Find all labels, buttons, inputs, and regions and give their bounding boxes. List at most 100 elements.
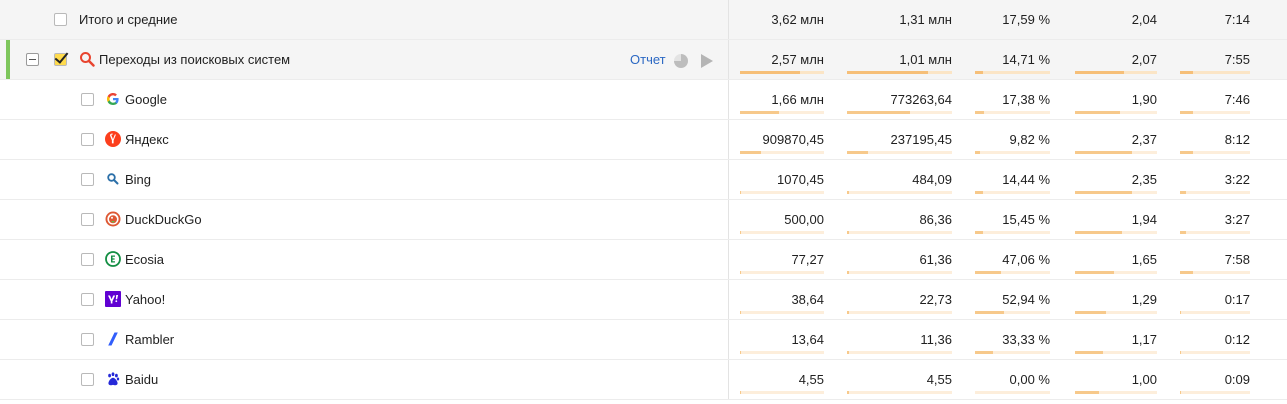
visitors-cell: 773263,64 (847, 80, 952, 120)
proportion-bar-fill (847, 271, 849, 274)
metric-value: 8:12 (1224, 132, 1250, 147)
bounce-rate-cell: 33,33 % (975, 320, 1050, 360)
play-icon[interactable] (701, 54, 713, 68)
proportion-bar-fill (847, 191, 849, 194)
visitors-cell: 237195,45 (847, 120, 952, 160)
total-row-checkbox[interactable] (54, 13, 67, 26)
metric-value: 4,55 (798, 372, 824, 387)
metric-value: 1,17 (1131, 332, 1157, 347)
proportion-bar (740, 191, 824, 194)
row-name-cell: Ecosia (0, 240, 728, 280)
proportion-bar-fill (1180, 111, 1193, 114)
yahoo-icon (105, 291, 121, 307)
proportion-bar-fill (1180, 231, 1186, 234)
table-row-duckduckgo[interactable]: DuckDuckGo 500,00 86,36 15,45 % 1,94 3:27 (0, 200, 1287, 240)
proportion-bar-fill (740, 111, 780, 114)
time-on-site-cell: 8:12 (1180, 120, 1250, 160)
proportion-bar (1180, 191, 1250, 194)
metric-value: 773263,64 (890, 92, 952, 107)
table-row-rambler[interactable]: Rambler 13,64 11,36 33,33 % 1,17 0:12 (0, 320, 1287, 360)
metric-value: 2,37 (1131, 132, 1157, 147)
row-checkbox[interactable] (81, 293, 94, 306)
proportion-bar-fill (740, 71, 800, 74)
visitors-cell: 1,31 млн (847, 0, 952, 40)
row-name-cell: Яндекс (0, 120, 728, 160)
visits-cell: 13,64 (740, 320, 824, 360)
proportion-bar-fill (1075, 271, 1115, 274)
proportion-bar (740, 71, 824, 74)
proportion-bar (1180, 151, 1250, 154)
metric-value: 77,27 (791, 252, 824, 267)
proportion-bar (975, 391, 1050, 394)
bounce-rate-cell: 17,59 % (975, 0, 1050, 40)
proportion-bar (1180, 71, 1250, 74)
proportion-bar (975, 151, 1050, 154)
row-checkbox[interactable] (81, 93, 94, 106)
report-link[interactable]: Отчет (630, 52, 666, 67)
metric-value: 1,94 (1131, 212, 1157, 227)
row-checkbox[interactable] (81, 333, 94, 346)
baidu-icon (105, 371, 121, 387)
proportion-bar (975, 311, 1050, 314)
metric-value: 47,06 % (1002, 252, 1050, 267)
group-row-checkbox[interactable] (54, 53, 67, 66)
table-row-yandex[interactable]: Яндекс 909870,45 237195,45 9,82 % 2,37 8:12 (0, 120, 1287, 160)
collapse-toggle-button[interactable] (26, 53, 39, 66)
time-on-site-cell: 0:17 (1180, 280, 1250, 320)
table-row-bing[interactable]: Bing 1070,45 484,09 14,44 % 2,35 3:22 (0, 160, 1287, 200)
visitors-cell: 484,09 (847, 160, 952, 200)
proportion-bar (740, 271, 824, 274)
total-row-label: Итого и средние (79, 12, 178, 27)
row-name-cell: Bing (0, 160, 728, 200)
row-checkbox[interactable] (81, 253, 94, 266)
bounce-rate-cell: 14,44 % (975, 160, 1050, 200)
row-name-cell: Rambler (0, 320, 728, 360)
bounce-rate-cell: 17,38 % (975, 80, 1050, 120)
table-row-google[interactable]: Google 1,66 млн 773263,64 17,38 % 1,90 7:46 (0, 80, 1287, 120)
proportion-bar-fill (1075, 191, 1132, 194)
metric-value: 1,31 млн (899, 12, 952, 27)
visitors-cell: 4,55 (847, 360, 952, 400)
proportion-bar (1180, 391, 1250, 394)
visitors-cell: 11,36 (847, 320, 952, 360)
metric-value: 14,71 % (1002, 52, 1050, 67)
row-name-cell: DuckDuckGo (0, 200, 728, 240)
proportion-bar-fill (1075, 391, 1099, 394)
metric-value: 1,65 (1131, 252, 1157, 267)
proportion-bar (740, 311, 824, 314)
row-checkbox[interactable] (81, 373, 94, 386)
report-table: Итого и средние 3,62 млн 1,31 млн 17,59 % 2… (0, 0, 1287, 400)
depth-cell: 1,65 (1075, 240, 1157, 280)
metric-value: 9,82 % (1009, 132, 1050, 147)
table-row-baidu[interactable]: Baidu 4,55 4,55 0,00 % 1,00 0:09 (0, 360, 1287, 400)
metric-value: 4,55 (926, 372, 952, 387)
metric-value: 22,73 (919, 292, 952, 307)
metric-value: 7:55 (1224, 52, 1250, 67)
proportion-bar-fill (1180, 271, 1193, 274)
metric-value: 3,62 млн (771, 12, 824, 27)
bounce-rate-cell: 15,45 % (975, 200, 1050, 240)
pie-chart-icon[interactable] (674, 54, 688, 68)
group-name-cell: Переходы из поисковых систем Отчет (0, 40, 728, 80)
table-row-ecosia[interactable]: Ecosia 77,27 61,36 47,06 % 1,65 7:58 (0, 240, 1287, 280)
metric-value: 1,00 (1131, 372, 1157, 387)
row-checkbox[interactable] (81, 213, 94, 226)
metric-value: 15,45 % (1002, 212, 1050, 227)
metric-value: 17,38 % (1002, 92, 1050, 107)
proportion-bar (740, 231, 824, 234)
depth-cell: 2,04 (1075, 0, 1157, 40)
table-row-yahoo[interactable]: Yahoo! 38,64 22,73 52,94 % 1,29 0:17 (0, 280, 1287, 320)
row-name-cell: Baidu (0, 360, 728, 400)
time-on-site-cell: 7:46 (1180, 80, 1250, 120)
proportion-bar (1075, 151, 1157, 154)
metric-value: 7:46 (1224, 92, 1250, 107)
row-checkbox[interactable] (81, 133, 94, 146)
row-checkbox[interactable] (81, 173, 94, 186)
proportion-bar-fill (1180, 351, 1182, 354)
proportion-bar (975, 191, 1050, 194)
proportion-bar-fill (847, 351, 849, 354)
rambler-icon (105, 331, 121, 347)
depth-cell: 1,17 (1075, 320, 1157, 360)
proportion-bar (1075, 391, 1157, 394)
group-row-search-engines[interactable]: Переходы из поисковых систем Отчет 2,57 … (0, 40, 1287, 80)
